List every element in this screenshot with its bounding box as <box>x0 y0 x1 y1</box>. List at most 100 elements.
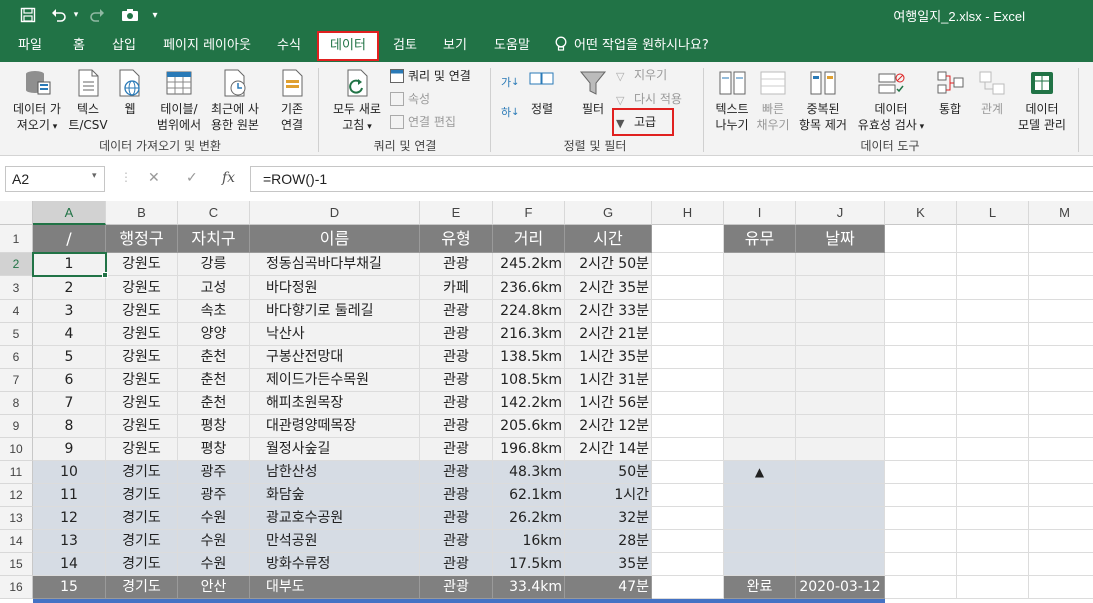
table-cell[interactable]: 속초 <box>178 300 250 323</box>
empty-cell[interactable] <box>885 253 957 276</box>
table-cell[interactable]: 196.8km <box>493 438 565 461</box>
table-cell[interactable]: 관광 <box>420 392 493 415</box>
table-cell[interactable]: 대부도 <box>250 576 420 599</box>
empty-cell[interactable] <box>885 276 957 300</box>
tell-me-box[interactable]: 어떤 작업을 원하시나요? <box>554 30 734 62</box>
table-cell[interactable] <box>724 553 796 576</box>
table-cell[interactable]: 방화수류정 <box>250 553 420 576</box>
empty-cell[interactable] <box>957 530 1029 553</box>
empty-cell[interactable] <box>885 484 957 507</box>
column-header-a[interactable]: A <box>33 201 106 225</box>
empty-cell[interactable] <box>1029 276 1093 300</box>
table-cell[interactable] <box>796 438 885 461</box>
table-cell[interactable] <box>796 484 885 507</box>
column-header-c[interactable]: C <box>178 201 250 225</box>
table-cell[interactable]: 수원 <box>178 507 250 530</box>
row-header-15[interactable]: 15 <box>0 553 33 576</box>
row-header-10[interactable]: 10 <box>0 438 33 461</box>
table-cell[interactable]: 경기도 <box>106 576 178 599</box>
table-cell[interactable]: 구봉산전망대 <box>250 346 420 369</box>
empty-cell[interactable] <box>957 346 1029 369</box>
table-cell[interactable]: 26.2km <box>493 507 565 530</box>
table-cell[interactable] <box>652 346 724 369</box>
empty-cell[interactable] <box>1029 553 1093 576</box>
table-cell[interactable]: 평창 <box>178 438 250 461</box>
row-header-8[interactable]: 8 <box>0 392 33 415</box>
table-cell[interactable]: 33.4km <box>493 576 565 599</box>
table-cell[interactable]: 236.6km <box>493 276 565 300</box>
table-cell[interactable]: 관광 <box>420 323 493 346</box>
tab-file[interactable]: 파일 <box>8 30 52 62</box>
row-number-cell[interactable]: 12 <box>33 507 106 530</box>
row-header-13[interactable]: 13 <box>0 507 33 530</box>
row-number-cell[interactable]: 4 <box>33 323 106 346</box>
table-cell[interactable]: 남한산성 <box>250 461 420 484</box>
empty-cell[interactable] <box>957 507 1029 530</box>
table-cell[interactable]: 관광 <box>420 576 493 599</box>
table-cell[interactable]: 2020-03-12 <box>796 576 885 599</box>
table-cell[interactable]: 춘천 <box>178 346 250 369</box>
row-number-cell[interactable]: 13 <box>33 530 106 553</box>
table-cell[interactable]: 2시간 35분 <box>565 276 652 300</box>
table-cell[interactable]: 관광 <box>420 484 493 507</box>
row-number-cell[interactable]: 11 <box>33 484 106 507</box>
empty-cell[interactable] <box>957 225 1029 253</box>
header-cell[interactable]: 유형 <box>420 225 493 253</box>
table-cell[interactable]: 관광 <box>420 553 493 576</box>
table-cell[interactable] <box>796 346 885 369</box>
table-cell[interactable]: 28분 <box>565 530 652 553</box>
table-cell[interactable] <box>724 253 796 276</box>
table-cell[interactable] <box>796 369 885 392</box>
table-cell[interactable]: 월정사숲길 <box>250 438 420 461</box>
empty-cell[interactable] <box>1029 253 1093 276</box>
row-header-16[interactable]: 16 <box>0 576 33 599</box>
refresh-all-button[interactable]: 모두 새로 고침 ▾ <box>326 68 388 135</box>
table-cell[interactable]: 강원도 <box>106 415 178 438</box>
table-cell[interactable] <box>724 415 796 438</box>
table-cell[interactable]: 강원도 <box>106 369 178 392</box>
consolidate-button[interactable]: 통합 <box>930 68 970 117</box>
table-cell[interactable]: 1시간 35분 <box>565 346 652 369</box>
table-cell[interactable]: 만석공원 <box>250 530 420 553</box>
empty-cell[interactable] <box>885 225 957 253</box>
table-cell[interactable] <box>724 507 796 530</box>
table-cell[interactable] <box>724 346 796 369</box>
table-cell[interactable] <box>724 392 796 415</box>
column-header-m[interactable]: M <box>1029 201 1093 225</box>
table-cell[interactable] <box>652 300 724 323</box>
header-cell[interactable]: 이름 <box>250 225 420 253</box>
table-cell[interactable]: 142.2km <box>493 392 565 415</box>
table-cell[interactable]: 낙산사 <box>250 323 420 346</box>
header-cell[interactable]: 날짜 <box>796 225 885 253</box>
table-cell[interactable]: 완료 <box>724 576 796 599</box>
empty-cell[interactable] <box>957 576 1029 599</box>
row-number-cell[interactable]: 3 <box>33 300 106 323</box>
table-cell[interactable]: 224.8km <box>493 300 565 323</box>
row-header-6[interactable]: 6 <box>0 346 33 369</box>
table-cell[interactable] <box>652 276 724 300</box>
tab-insert[interactable]: 삽입 <box>104 30 144 62</box>
empty-cell[interactable] <box>1029 530 1093 553</box>
table-cell[interactable]: 수원 <box>178 553 250 576</box>
table-cell[interactable]: 2시간 33분 <box>565 300 652 323</box>
table-cell[interactable]: 화담숲 <box>250 484 420 507</box>
empty-cell[interactable] <box>1029 323 1093 346</box>
row-header-3[interactable]: 3 <box>0 276 33 300</box>
row-header-12[interactable]: 12 <box>0 484 33 507</box>
table-cell[interactable]: 관광 <box>420 438 493 461</box>
table-cell[interactable]: 관광 <box>420 530 493 553</box>
manage-data-model-button[interactable]: 데이터 모델 관리 <box>1016 68 1068 133</box>
table-cell[interactable]: 1시간 31분 <box>565 369 652 392</box>
table-cell[interactable]: 고성 <box>178 276 250 300</box>
table-cell[interactable] <box>652 576 724 599</box>
table-cell[interactable] <box>796 507 885 530</box>
table-cell[interactable]: 바다정원 <box>250 276 420 300</box>
clear-filter-button[interactable]: ▽ 지우기 <box>616 66 667 84</box>
table-cell[interactable]: 관광 <box>420 415 493 438</box>
table-cell[interactable]: 205.6km <box>493 415 565 438</box>
cancel-icon[interactable]: ✕ <box>148 170 160 186</box>
tab-data[interactable]: 데이터 <box>317 31 379 61</box>
row-number-cell[interactable]: 14 <box>33 553 106 576</box>
empty-cell[interactable] <box>957 392 1029 415</box>
tab-page-layout[interactable]: 페이지 레이아웃 <box>154 30 260 62</box>
